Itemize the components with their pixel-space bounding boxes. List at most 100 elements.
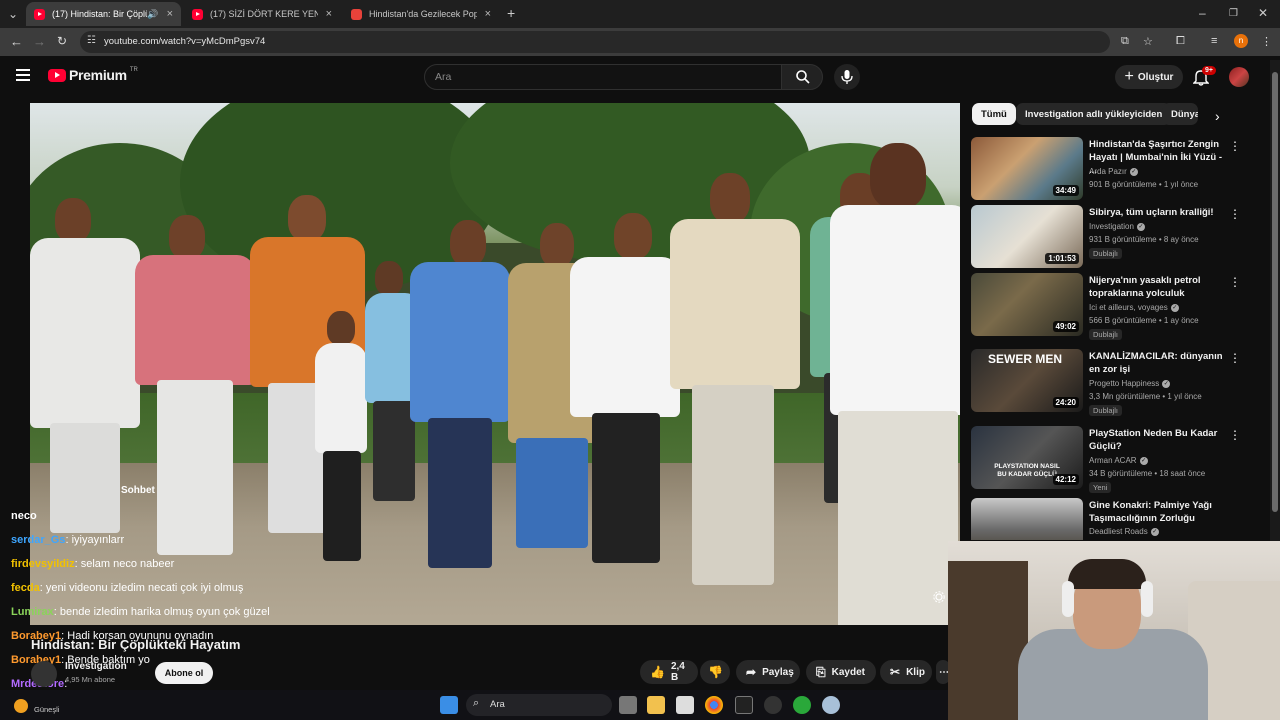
video-thumbnail[interactable] bbox=[971, 498, 1083, 540]
save-button[interactable]: ⎘ Kaydet bbox=[806, 660, 876, 684]
duration-badge: 34:49 bbox=[1052, 185, 1079, 196]
sun-icon bbox=[14, 699, 28, 713]
create-label: Oluştur bbox=[1137, 71, 1174, 83]
install-app-icon[interactable]: ⧉ bbox=[1121, 35, 1129, 48]
forward-icon[interactable]: → bbox=[33, 34, 46, 49]
search-button[interactable] bbox=[781, 64, 823, 90]
clip-button[interactable]: ✂ Klip bbox=[880, 660, 932, 684]
recommendation-item[interactable]: 49:02 Nijerya'nın yasaklı petrol toprakl… bbox=[971, 273, 1261, 340]
chrome-menu-icon[interactable]: ⋮ bbox=[1261, 35, 1272, 48]
chat-label: Sohbet bbox=[121, 485, 155, 496]
app-icon[interactable] bbox=[735, 696, 753, 714]
more-options-icon[interactable]: ⋮ bbox=[1229, 275, 1241, 289]
site-info-icon[interactable]: ☷ bbox=[87, 35, 96, 46]
more-options-icon[interactable]: ⋮ bbox=[1229, 351, 1241, 365]
speaker-icon[interactable]: 🔊 bbox=[147, 9, 158, 20]
recommendation-item[interactable]: PLAYSTATION NASIL BU KADAR GÜÇLÜ 42:12 P… bbox=[971, 426, 1261, 493]
video-title: Hindistan: Bir Çöplükteki Hayatım bbox=[31, 637, 241, 652]
youtube-premium-logo[interactable]: Premium TR bbox=[48, 67, 138, 83]
new-tab-icon[interactable]: + bbox=[507, 5, 515, 21]
chip-all[interactable]: Tümü bbox=[972, 103, 1016, 125]
close-tab-icon[interactable]: × bbox=[326, 8, 332, 20]
recommendation-channel: Investigation ✓ bbox=[1089, 222, 1145, 231]
more-options-icon[interactable]: ⋮ bbox=[1229, 139, 1241, 153]
verified-icon: ✓ bbox=[1170, 303, 1179, 312]
reload-icon[interactable]: ↻ bbox=[57, 34, 67, 48]
subscribe-button[interactable]: Abone ol bbox=[155, 662, 213, 684]
channel-text: Deadliest Roads bbox=[1089, 527, 1148, 536]
channel-text: Arman ACAR bbox=[1089, 456, 1137, 465]
media-controls-icon[interactable]: ≡ bbox=[1211, 35, 1217, 47]
recommendation-item[interactable]: 1:01:53 Sibirya, tüm uçların kralliği! I… bbox=[971, 205, 1261, 269]
verified-icon: ✓ bbox=[1162, 379, 1171, 388]
video-thumbnail[interactable]: 34:49 bbox=[971, 137, 1083, 200]
close-tab-icon[interactable]: × bbox=[167, 8, 173, 20]
taskbar-search-input[interactable]: ⌕ Ara bbox=[466, 694, 612, 716]
hamburger-menu-icon[interactable] bbox=[16, 69, 30, 81]
channel-avatar[interactable] bbox=[31, 661, 57, 687]
chip-uploader[interactable]: Investigation adlı yükleyiciden bbox=[1016, 103, 1172, 125]
recommendation-channel: Deadliest Roads ✓ bbox=[1089, 527, 1159, 536]
tab-video[interactable]: (17) Hindistan: Bir Çöplükte 🔊 × bbox=[26, 2, 181, 26]
search-input[interactable]: Ara bbox=[424, 64, 782, 90]
tab-search-icon[interactable]: ⌄ bbox=[8, 7, 18, 21]
youtube-icon bbox=[34, 8, 45, 20]
store-icon[interactable] bbox=[676, 696, 694, 714]
recommendation-channel: Arda Pazır ✓ bbox=[1089, 167, 1138, 176]
account-avatar[interactable] bbox=[1229, 67, 1249, 87]
chat-username: Lumirax bbox=[11, 606, 54, 618]
thumbs-up-icon: 👍 bbox=[650, 665, 665, 679]
dislike-button[interactable]: 👎 bbox=[700, 660, 730, 684]
task-view-icon[interactable] bbox=[619, 696, 637, 714]
chip-world[interactable]: Dünya h bbox=[1162, 103, 1198, 125]
bookmark-star-icon[interactable]: ☆ bbox=[1143, 35, 1153, 48]
xbox-icon[interactable] bbox=[793, 696, 811, 714]
settings-icon[interactable] bbox=[822, 696, 840, 714]
profile-avatar[interactable]: n bbox=[1234, 34, 1248, 48]
video-thumbnail[interactable]: 49:02 bbox=[971, 273, 1083, 336]
verified-icon: ✓ bbox=[1136, 222, 1145, 231]
close-tab-icon[interactable]: × bbox=[485, 8, 491, 20]
windows-start-icon[interactable] bbox=[440, 696, 458, 714]
create-button[interactable]: + Oluştur bbox=[1115, 65, 1183, 89]
video-thumbnail[interactable]: SEWER MEN 24:20 bbox=[971, 349, 1083, 412]
thumbnail-caption: PLAYSTATION NASIL BU KADAR GÜÇLÜ bbox=[994, 463, 1060, 478]
back-icon[interactable]: ← bbox=[10, 34, 23, 49]
video-thumbnail[interactable]: PLAYSTATION NASIL BU KADAR GÜÇLÜ 42:12 bbox=[971, 426, 1083, 489]
search-placeholder: Ara bbox=[435, 71, 452, 83]
file-explorer-icon[interactable] bbox=[647, 696, 665, 714]
share-button[interactable]: ➦ Paylaş bbox=[736, 660, 800, 684]
search-icon bbox=[796, 70, 810, 84]
settings-gear-icon[interactable] bbox=[933, 591, 945, 603]
recommendation-item[interactable]: SEWER MEN 24:20 KANALİZMACILAR: dünyanın… bbox=[971, 349, 1261, 416]
tab-second[interactable]: (17) SİZİ DÖRT KERE YENDİM - × bbox=[184, 2, 340, 26]
chevron-right-icon[interactable]: › bbox=[1215, 108, 1220, 124]
recommendation-item[interactable]: 34:49 Hindistan'da Şaşırtıcı Zengin Haya… bbox=[971, 137, 1261, 201]
app-icon[interactable] bbox=[764, 696, 782, 714]
chat-message: fecda: yeni videonu izledim necati çok i… bbox=[11, 582, 244, 594]
address-bar[interactable]: ☷ youtube.com/watch?v=yMcDmPgsv74 bbox=[80, 31, 1110, 53]
recommendation-title: PlayStation Neden Bu Kadar Güçlü? bbox=[1089, 428, 1218, 452]
video-thumbnail[interactable]: 1:01:53 bbox=[971, 205, 1083, 268]
headphones-icon bbox=[1062, 581, 1074, 617]
new-badge: Yeni bbox=[1089, 482, 1112, 493]
more-options-icon[interactable]: ⋮ bbox=[1229, 428, 1241, 442]
search-icon: ⌕ bbox=[473, 697, 480, 709]
channel-text: Investigation bbox=[1089, 222, 1134, 231]
scrollbar-thumb[interactable] bbox=[1272, 72, 1278, 512]
voice-search-button[interactable] bbox=[834, 64, 860, 90]
restore-icon[interactable]: ❐ bbox=[1229, 8, 1238, 19]
youtube-header: Premium TR Ara + Oluştur 9+ bbox=[0, 56, 1280, 98]
window-close-icon[interactable]: ✕ bbox=[1258, 6, 1268, 20]
recommendation-item[interactable]: Gine Konakri: Palmiye Yağı Taşımacılığın… bbox=[971, 498, 1261, 540]
minimize-icon[interactable]: – bbox=[1199, 6, 1206, 20]
windows-taskbar: ⌕ Ara bbox=[0, 690, 948, 720]
chat-text: selam neco nabeer bbox=[80, 558, 175, 570]
chrome-icon[interactable] bbox=[705, 696, 723, 714]
channel-name[interactable]: Investigation bbox=[65, 661, 127, 672]
more-options-icon[interactable]: ⋮ bbox=[1229, 207, 1241, 221]
tab-third[interactable]: Hindistan'da Gezilecek Popüler × bbox=[343, 2, 499, 26]
like-button[interactable]: 👍 2,4 B bbox=[640, 660, 698, 684]
taskbar-search-placeholder: Ara bbox=[490, 699, 505, 710]
extensions-icon[interactable]: ⧠ bbox=[1176, 35, 1185, 48]
